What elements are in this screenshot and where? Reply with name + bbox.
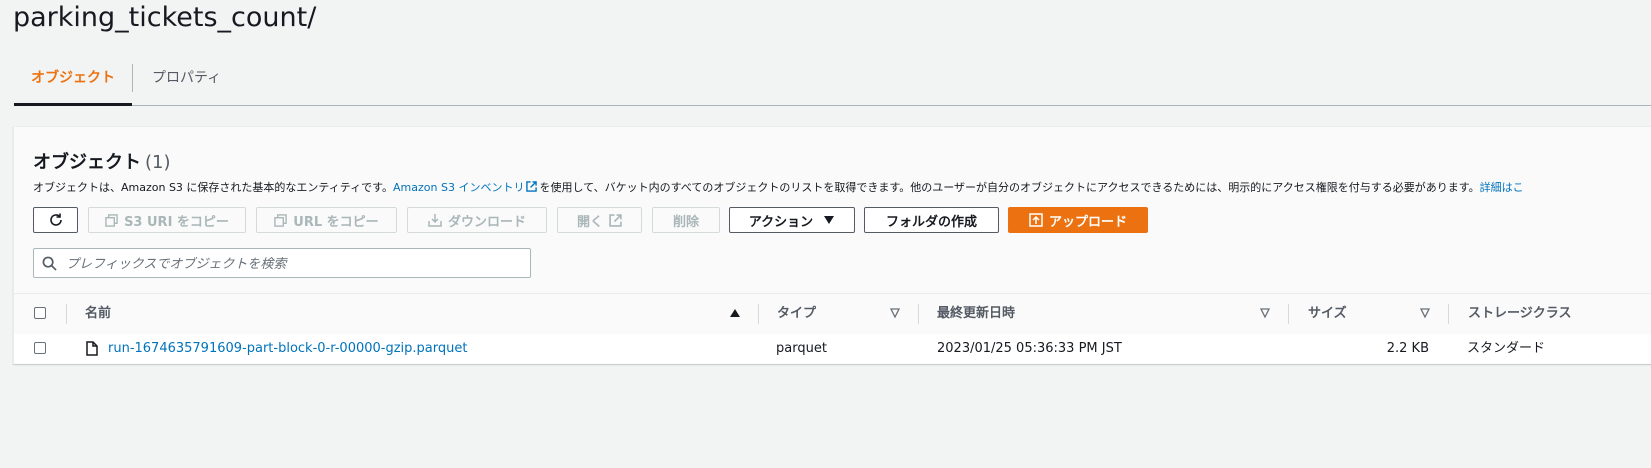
- copy-url-button[interactable]: URL をコピー: [256, 207, 397, 233]
- tab-properties[interactable]: プロパティ: [152, 58, 221, 104]
- table-header: 名前 タイプ 最終更新日時 サイズ ストレージクラス: [14, 293, 1651, 335]
- object-type-cell: parquet: [776, 341, 827, 356]
- upload-button[interactable]: アップロード: [1008, 207, 1148, 233]
- actions-dropdown[interactable]: アクション: [729, 207, 855, 233]
- column-header-size[interactable]: サイズ: [1308, 294, 1347, 334]
- tab-divider: [132, 64, 133, 92]
- sort-desc-icon[interactable]: [1260, 308, 1270, 318]
- tab-bar: オブジェクト プロパティ: [14, 58, 1651, 106]
- column-header-type[interactable]: タイプ: [777, 294, 816, 334]
- open-button[interactable]: 開く: [557, 207, 642, 233]
- object-last-modified-cell: 2023/01/25 05:36:33 PM JST: [937, 341, 1122, 356]
- sort-asc-icon[interactable]: [730, 308, 740, 318]
- copy-icon: [105, 213, 118, 227]
- column-header-last-modified[interactable]: 最終更新日時: [937, 294, 1015, 334]
- delete-label: 削除: [672, 214, 699, 230]
- sort-desc-icon[interactable]: [1420, 308, 1430, 318]
- section-title: オブジェクト (1): [33, 148, 171, 174]
- column-separator: [1448, 304, 1449, 324]
- refresh-button[interactable]: [33, 207, 78, 233]
- delete-button[interactable]: 削除: [652, 207, 720, 233]
- file-icon: [86, 341, 98, 356]
- column-separator: [1288, 304, 1289, 324]
- download-label: ダウンロード: [447, 214, 526, 230]
- tab-objects[interactable]: オブジェクト: [14, 58, 132, 106]
- copy-s3-uri-button[interactable]: S3 URI をコピー: [88, 207, 246, 233]
- create-folder-button[interactable]: フォルダの作成: [864, 207, 999, 233]
- search-box: [33, 248, 531, 278]
- section-title-text: オブジェクト: [33, 152, 141, 173]
- upload-icon: [1029, 213, 1043, 227]
- description-text-after: を使用して、バケット内のすべてのオブジェクトのリストを取得できます。他のユーザー…: [539, 181, 1480, 194]
- refresh-icon: [49, 213, 62, 226]
- table-row: run-1674635791609-part-block-0-r-00000-g…: [14, 334, 1651, 363]
- objects-panel: オブジェクト (1) オブジェクトは、Amazon S3 に保存された基本的なエン…: [13, 126, 1651, 364]
- caret-down-icon: [824, 216, 835, 224]
- actions-label: アクション: [748, 214, 814, 230]
- search-input[interactable]: [64, 252, 518, 276]
- object-size-cell: 2.2 KB: [1386, 341, 1429, 356]
- create-folder-label: フォルダの作成: [885, 214, 977, 230]
- column-header-storage-class[interactable]: ストレージクラス: [1468, 294, 1571, 334]
- download-button[interactable]: ダウンロード: [407, 207, 547, 233]
- external-link-icon: [526, 181, 538, 192]
- description-text-before: オブジェクトは、Amazon S3 に保存された基本的なエンティティです。: [33, 181, 394, 194]
- select-all-checkbox[interactable]: [34, 307, 46, 319]
- column-header-name[interactable]: 名前: [85, 294, 111, 334]
- column-separator: [66, 304, 67, 324]
- page-title: parking_tickets_count/: [13, 2, 317, 33]
- object-name-cell: run-1674635791609-part-block-0-r-00000-g…: [108, 334, 467, 363]
- learn-more-link[interactable]: 詳細はこ: [1480, 181, 1524, 194]
- object-name-link[interactable]: run-1674635791609-part-block-0-r-00000-g…: [108, 341, 467, 356]
- sort-desc-icon[interactable]: [890, 308, 900, 318]
- search-icon: [42, 256, 57, 271]
- upload-label: アップロード: [1048, 214, 1127, 230]
- section-description: オブジェクトは、Amazon S3 に保存された基本的なエンティティです。Ama…: [33, 179, 1524, 195]
- row-checkbox[interactable]: [34, 342, 46, 354]
- copy-url-label: URL をコピー: [293, 214, 379, 230]
- column-separator: [918, 304, 919, 324]
- external-link-icon: [609, 213, 622, 227]
- open-label: 開く: [576, 214, 603, 230]
- download-icon: [428, 214, 442, 227]
- column-separator: [758, 304, 759, 324]
- inventory-link[interactable]: Amazon S3 インベントリ: [393, 181, 524, 194]
- object-storage-class-cell: スタンダード: [1467, 341, 1546, 356]
- object-count: (1): [145, 152, 171, 173]
- copy-icon: [274, 213, 288, 227]
- copy-s3-uri-label: S3 URI をコピー: [124, 214, 229, 230]
